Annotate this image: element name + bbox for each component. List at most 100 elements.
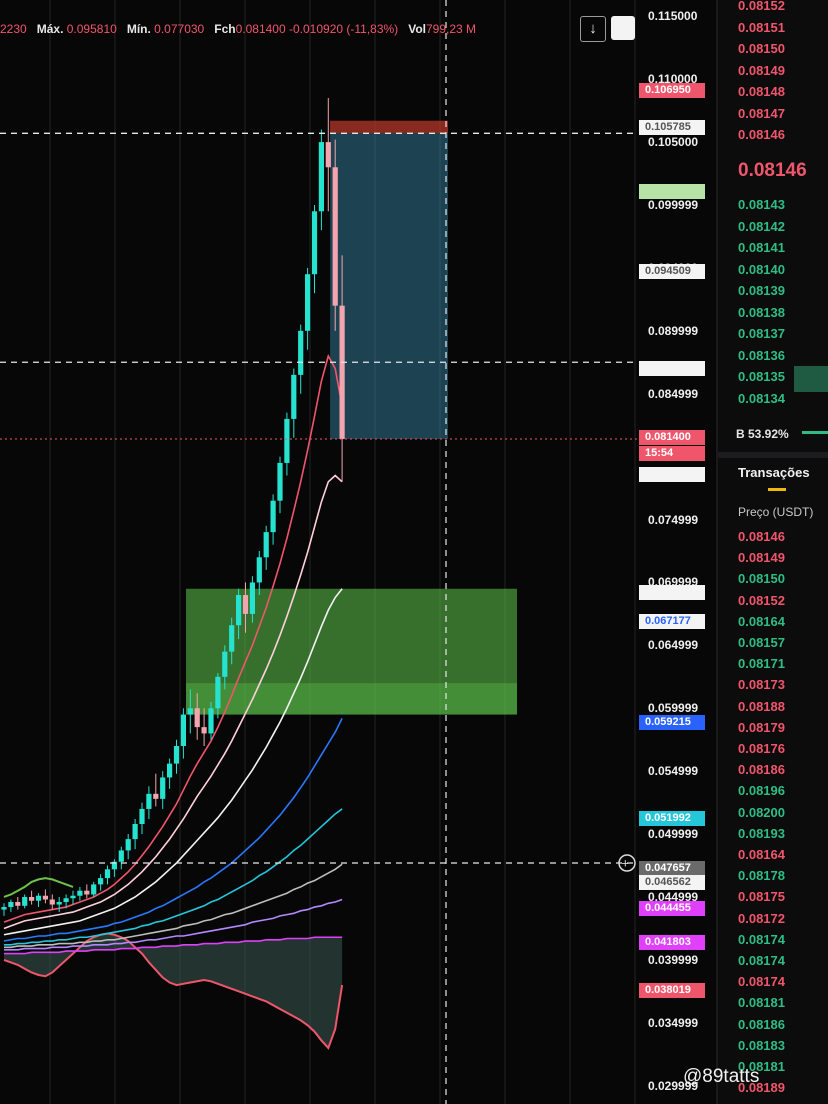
price-badge: 0.046562 (639, 875, 705, 890)
trade-price: 0.08178 (738, 868, 785, 884)
trade-price: 0.08149 (738, 550, 785, 566)
bid-price[interactable]: 0.08138 (738, 305, 785, 320)
panel-divider (718, 452, 828, 458)
trade-price: 0.08176 (738, 741, 785, 756)
price-tick: 0.084999 (648, 386, 699, 401)
bid-price[interactable]: 0.08135 (738, 369, 785, 384)
price-badge: 0.041803 (639, 935, 705, 950)
candle-body (125, 839, 131, 851)
vol-value: 799,23 M (425, 22, 477, 36)
price-badge (639, 361, 705, 376)
low-value: 0.077030 (154, 22, 205, 36)
candle-body (160, 777, 166, 799)
trade-price: 0.08150 (738, 571, 785, 587)
price-tick: 0.099999 (648, 198, 699, 213)
candle-body (49, 899, 55, 905)
price-badge (639, 467, 705, 482)
candle-body (15, 902, 21, 906)
price-badge: 0.038019 (639, 983, 705, 998)
ask-price[interactable]: 0.08152 (738, 0, 785, 13)
trade-price: 0.08171 (738, 656, 785, 672)
candle-body (132, 824, 138, 840)
candle-body (270, 500, 276, 533)
candle-body (104, 869, 111, 879)
candle-body (173, 746, 180, 764)
candle-body (311, 211, 318, 275)
ask-price[interactable]: 0.08151 (738, 20, 785, 35)
tab-trades[interactable]: Transações (738, 465, 810, 480)
fullscreen-button[interactable] (611, 16, 635, 40)
price-badge: 0.047657 (639, 861, 705, 876)
trades-price-header: Preço (USDT) (738, 505, 814, 519)
candle-body (263, 532, 269, 558)
trade-price: 0.08164 (738, 847, 785, 862)
price-tick: 0.054999 (648, 764, 699, 779)
ask-price[interactable]: 0.08146 (738, 127, 785, 142)
trade-price: 0.08188 (738, 698, 785, 714)
moving-average-3 (3, 717, 343, 942)
bid-price[interactable]: 0.08134 (738, 391, 785, 406)
moving-average-4 (4, 808, 343, 946)
trade-price: 0.08193 (738, 825, 785, 841)
high-label: Máx. (36, 22, 64, 36)
bid-price[interactable]: 0.08137 (738, 326, 785, 341)
candlestick-chart[interactable]: + (0, 0, 715, 1104)
ask-price[interactable]: 0.08147 (738, 106, 785, 121)
trade-price: 0.08174 (738, 931, 785, 947)
candle-body (118, 850, 124, 862)
bid-depth-bar (794, 366, 828, 392)
candle-body (8, 902, 14, 908)
candle-body (339, 305, 345, 440)
trade-price: 0.08146 (738, 529, 785, 544)
add-alert-plus: + (622, 856, 630, 871)
candle-body (242, 595, 249, 614)
trade-price: 0.08186 (738, 1016, 785, 1032)
ask-price[interactable]: 0.08149 (738, 63, 785, 78)
candle-body (56, 902, 62, 905)
bid-price[interactable]: 0.08142 (738, 219, 785, 234)
bid-price[interactable]: 0.08136 (738, 348, 785, 363)
candle-body (1, 907, 7, 910)
price-badge: 0.094509 (639, 264, 705, 279)
price-axis[interactable]: 0.1150000.1100000.1050000.0999990.094999… (638, 0, 715, 1104)
candle-body (201, 727, 207, 734)
candle-body (229, 625, 235, 652)
candle-body (77, 890, 83, 896)
open-fragment: 2230 (0, 22, 27, 36)
trade-price: 0.08196 (738, 783, 785, 799)
ask-price[interactable]: 0.08148 (738, 84, 785, 99)
price-tick: 0.115000 (648, 9, 698, 24)
price-tick: 0.049999 (648, 827, 699, 842)
price-badge (639, 585, 705, 600)
candle-body (305, 274, 311, 331)
candle-body (284, 418, 290, 463)
candle-body (139, 808, 145, 825)
candle-body (236, 595, 242, 626)
trade-price: 0.08152 (738, 592, 785, 608)
position-box (330, 133, 448, 440)
trade-price: 0.08172 (738, 910, 785, 926)
bid-price[interactable]: 0.08139 (738, 283, 785, 298)
trade-price: 0.08164 (738, 613, 785, 629)
candle-body (63, 898, 69, 903)
candle-body (35, 895, 42, 901)
trade-price: 0.08174 (738, 974, 785, 990)
price-badge: 0.044455 (639, 901, 705, 916)
candle-body (325, 142, 331, 168)
low-label: Mín. (126, 22, 151, 36)
candle-body (332, 167, 338, 306)
bid-price[interactable]: 0.08141 (738, 240, 785, 255)
candle-body (318, 142, 324, 212)
candle-body (91, 884, 97, 895)
download-icon[interactable]: ↓ (580, 16, 606, 42)
chart-area[interactable]: + 2230 Máx. 0.095810 Mín. 0.077030 Fch0.… (0, 0, 715, 1104)
price-badge: 0.081400 (639, 430, 705, 445)
trade-price: 0.08175 (738, 889, 785, 905)
candle-body (167, 763, 173, 778)
bid-price[interactable]: 0.08140 (738, 262, 785, 277)
ask-price[interactable]: 0.08150 (738, 41, 785, 56)
price-tick: 0.074999 (648, 512, 699, 527)
candle-body (194, 708, 200, 728)
candle-body (98, 878, 104, 885)
bid-price[interactable]: 0.08143 (738, 197, 785, 212)
